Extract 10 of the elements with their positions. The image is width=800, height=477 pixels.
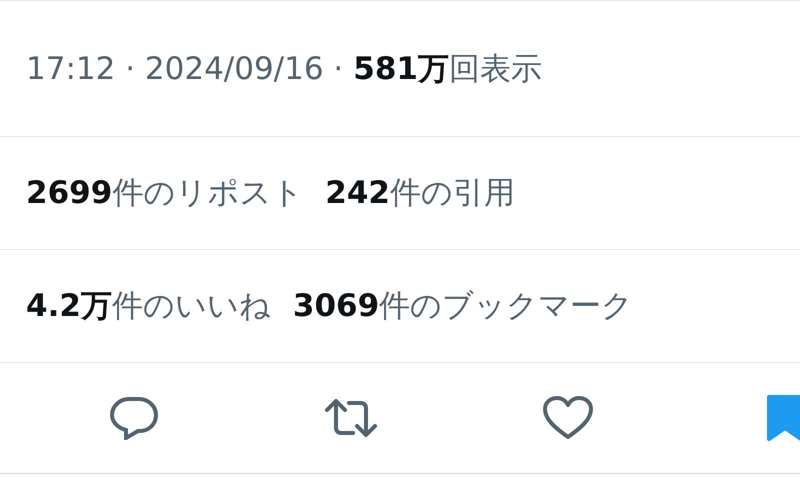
stat-link[interactable]: 4.2万件のいいね: [26, 285, 271, 327]
reply-icon[interactable]: [108, 396, 158, 440]
heart-icon[interactable]: [542, 395, 594, 441]
repost-icon[interactable]: [322, 396, 378, 440]
timestamp[interactable]: 17:12 · 2024/09/16 ·: [26, 50, 344, 86]
stat-link[interactable]: 2699件のリポスト: [26, 172, 304, 214]
bookmark-icon[interactable]: [764, 393, 800, 443]
view-count[interactable]: 581万回表示: [353, 48, 542, 90]
stat-link[interactable]: 3069件のブックマーク: [292, 285, 634, 327]
stat-link[interactable]: 242件の引用: [325, 172, 515, 214]
